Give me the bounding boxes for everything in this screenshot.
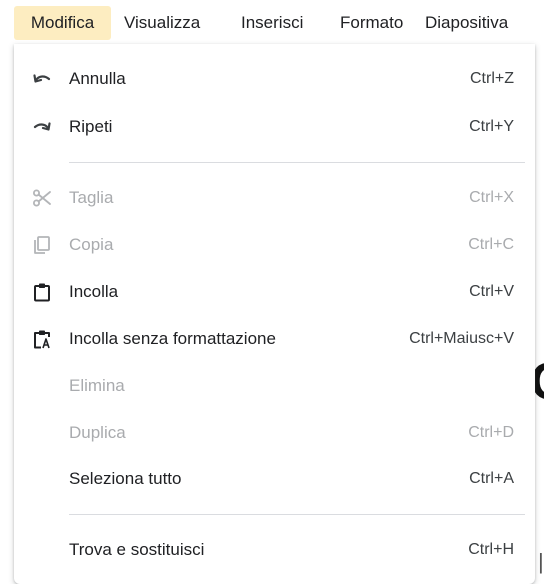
- menu-item-copia[interactable]: Copia Ctrl+C: [14, 225, 535, 265]
- menu-item-taglia[interactable]: Taglia Ctrl+X: [14, 178, 535, 218]
- menu-item-label: Trova e sostituisci: [69, 540, 205, 559]
- menu-item-shortcut: Ctrl+C: [468, 236, 514, 253]
- copy-icon: [32, 235, 52, 255]
- menu-diapositiva[interactable]: Diapositiva: [425, 6, 508, 40]
- menu-item-duplica[interactable]: Duplica Ctrl+D: [14, 413, 535, 453]
- menu-item-label: Incolla senza formattazione: [69, 329, 276, 348]
- menu-item-label: Duplica: [69, 423, 126, 442]
- menu-item-shortcut: Ctrl+Y: [469, 118, 514, 135]
- menu-item-shortcut: Ctrl+H: [468, 541, 514, 558]
- menu-modifica[interactable]: Modifica: [14, 6, 111, 40]
- menu-item-incolla[interactable]: Incolla Ctrl+V: [14, 272, 535, 312]
- menu-item-label: Elimina: [69, 376, 125, 395]
- menu-separator: [69, 162, 525, 163]
- menu-item-label: Annulla: [69, 69, 126, 88]
- edit-menu-dropdown: Annulla Ctrl+Z Ripeti Ctrl+Y Taglia Ctrl…: [14, 44, 535, 584]
- menu-item-seleziona-tutto[interactable]: Seleziona tutto Ctrl+A: [14, 459, 535, 499]
- menu-inserisci[interactable]: Inserisci: [241, 6, 303, 40]
- menu-item-shortcut: Ctrl+A: [469, 470, 514, 487]
- menu-item-shortcut: Ctrl+Maiusc+V: [409, 330, 514, 347]
- menu-item-shortcut: Ctrl+Z: [470, 70, 514, 87]
- menu-item-annulla[interactable]: Annulla Ctrl+Z: [14, 59, 535, 99]
- menu-item-incolla-senza-formattazione[interactable]: Incolla senza formattazione Ctrl+Maiusc+…: [14, 319, 535, 359]
- menu-item-label: Copia: [69, 235, 114, 254]
- menu-visualizza[interactable]: Visualizza: [124, 6, 200, 40]
- menu-formato[interactable]: Formato: [340, 6, 403, 40]
- scissors-icon: [32, 188, 52, 208]
- menu-item-elimina[interactable]: Elimina: [14, 366, 535, 406]
- menu-bar: Modifica Visualizza Inserisci Formato Di…: [0, 0, 544, 44]
- undo-icon: [32, 69, 52, 89]
- clipboard-icon: [32, 282, 52, 302]
- menu-item-label: Ripeti: [69, 117, 113, 136]
- background-slide-text: |: [538, 549, 544, 574]
- menu-item-shortcut: Ctrl+X: [469, 189, 514, 206]
- menu-item-label: Incolla: [69, 282, 119, 301]
- menu-item-label: Seleziona tutto: [69, 469, 182, 488]
- menu-item-shortcut: Ctrl+D: [468, 424, 514, 441]
- redo-icon: [32, 117, 52, 137]
- menu-separator: [69, 514, 525, 515]
- paste-plain-icon: [32, 329, 52, 349]
- menu-item-trova-e-sostituisci[interactable]: Trova e sostituisci Ctrl+H: [14, 530, 535, 570]
- menu-item-label: Taglia: [69, 188, 114, 207]
- menu-item-ripeti[interactable]: Ripeti Ctrl+Y: [14, 107, 535, 147]
- menu-item-shortcut: Ctrl+V: [469, 283, 514, 300]
